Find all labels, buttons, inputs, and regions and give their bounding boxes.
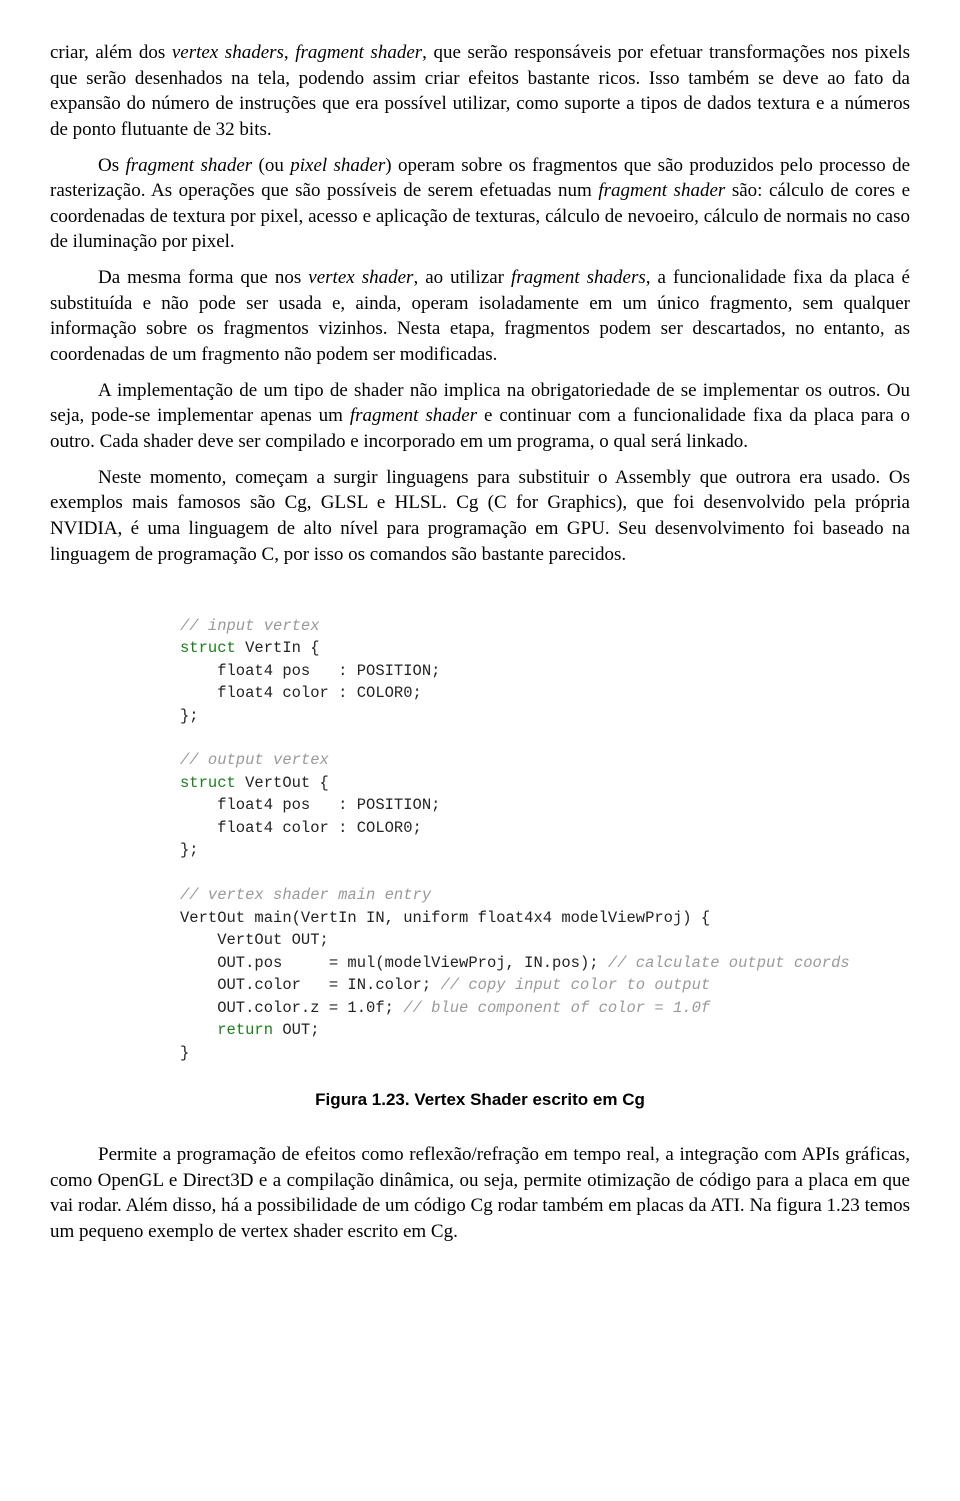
code-line: OUT.pos = mul(modelViewProj, IN.pos);: [180, 954, 608, 972]
code-line: float4 color : COLOR0;: [180, 819, 422, 837]
text: (ou: [252, 155, 290, 176]
emphasis: vertex shaders: [172, 42, 284, 63]
code-comment: // input vertex: [180, 617, 320, 635]
code-line: };: [180, 707, 199, 725]
emphasis: pixel shader: [290, 155, 385, 176]
paragraph-3: Da mesma forma que nos vertex shader, ao…: [50, 265, 910, 368]
code-line: }: [180, 1044, 189, 1062]
figure-caption: Figura 1.23. Vertex Shader escrito em Cg: [50, 1089, 910, 1112]
code-keyword: struct: [180, 774, 236, 792]
code-line: VertOut {: [236, 774, 329, 792]
emphasis: vertex shader: [308, 267, 413, 288]
code-comment: // copy input color to output: [440, 976, 710, 994]
code-line: VertOut main(VertIn IN, uniform float4x4…: [180, 909, 710, 927]
code-comment: // vertex shader main entry: [180, 886, 431, 904]
text: Neste momento, começam a surgir linguage…: [50, 467, 910, 565]
text: Permite a programação de efeitos como re…: [50, 1144, 910, 1242]
code-line: float4 pos : POSITION;: [180, 662, 440, 680]
code-line: OUT.color.z = 1.0f;: [180, 999, 403, 1017]
text: ,: [284, 42, 295, 63]
text: Os: [98, 155, 125, 176]
emphasis: fragment shader: [295, 42, 422, 63]
code-line: float4 color : COLOR0;: [180, 684, 422, 702]
text: , ao utilizar: [413, 267, 511, 288]
code-line: };: [180, 841, 199, 859]
code-comment: // calculate output coords: [608, 954, 850, 972]
code-comment: // output vertex: [180, 751, 329, 769]
code-keyword: struct: [180, 639, 236, 657]
paragraph-2: Os fragment shader (ou pixel shader) ope…: [50, 153, 910, 256]
emphasis: fragment shaders: [511, 267, 646, 288]
emphasis: fragment shader: [598, 180, 725, 201]
code-line: OUT;: [273, 1021, 320, 1039]
paragraph-4: A implementação de um tipo de shader não…: [50, 378, 910, 455]
emphasis: fragment shader: [125, 155, 252, 176]
code-line: OUT.color = IN.color;: [180, 976, 440, 994]
emphasis: fragment shader: [350, 405, 477, 426]
code-line: VertOut OUT;: [180, 931, 329, 949]
text: Da mesma forma que nos: [98, 267, 308, 288]
code-keyword: return: [217, 1021, 273, 1039]
code-line: float4 pos : POSITION;: [180, 796, 440, 814]
paragraph-6: Permite a programação de efeitos como re…: [50, 1142, 910, 1245]
code-line: [180, 1021, 217, 1039]
code-line: VertIn {: [236, 639, 320, 657]
paragraph-1: criar, além dos vertex shaders, fragment…: [50, 40, 910, 143]
code-listing: // input vertex struct VertIn { float4 p…: [50, 577, 910, 1069]
paragraph-5: Neste momento, começam a surgir linguage…: [50, 465, 910, 568]
text: criar, além dos: [50, 42, 172, 63]
code-comment: // blue component of color = 1.0f: [403, 999, 710, 1017]
